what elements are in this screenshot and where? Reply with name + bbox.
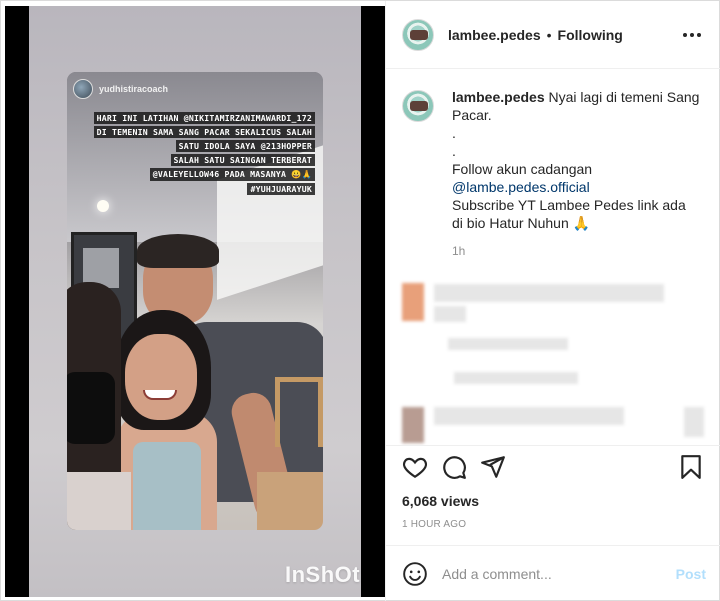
inshot-watermark: InShOt [285, 562, 361, 587]
following-button[interactable]: Following [558, 27, 623, 43]
add-comment-bar: Post [386, 545, 720, 601]
story-username: yudhistiracoach [99, 84, 169, 94]
comment-input[interactable] [442, 565, 662, 582]
photo-lamp [97, 200, 109, 212]
redacted-comment [454, 372, 578, 384]
story-caption-line: SATU IDOLA SAYA @213HOPPER [175, 140, 315, 152]
caption-time[interactable]: 1h [452, 242, 700, 260]
caption-username[interactable]: lambee.pedes [452, 89, 545, 105]
photo-friend-shirt [67, 472, 131, 530]
caption-subscribe-line: Subscribe YT Lambee Pedes link ada di bi… [452, 197, 686, 231]
post-time[interactable]: 1 HOUR AGO [402, 519, 466, 530]
photo-table [257, 472, 323, 530]
redacted-avatar [402, 283, 424, 321]
caption-dot: . [452, 125, 456, 141]
media-background: yudhistiracoach HARI INI LATIHAN @NIKITA… [29, 6, 361, 597]
story-caption-line: HARI INI LATIHAN @NIKITAMIRZANIMAWARDI_1… [93, 112, 315, 124]
more-horizontal-icon[interactable] [682, 27, 702, 43]
photo-woman-top [133, 442, 201, 530]
heart-icon[interactable] [402, 454, 428, 480]
redacted-comment [434, 306, 466, 322]
redacted-avatar [402, 407, 424, 443]
post-panel: lambee.pedes • Following lambee.pedes Ny… [385, 1, 720, 601]
photo-woman-face [125, 334, 197, 420]
view-count[interactable]: 6,068 views [402, 493, 479, 509]
story-avatar [73, 79, 93, 99]
post-media[interactable]: yudhistiracoach HARI INI LATIHAN @NIKITA… [5, 6, 385, 597]
caption-follow-line: Follow akun cadangan [452, 161, 593, 177]
story-caption-line: DI TEMENIN SAMA SANG PACAR SEKALICUS SAL… [93, 126, 315, 138]
header-username[interactable]: lambee.pedes [448, 27, 541, 43]
photo-friend-mask [67, 372, 115, 444]
post-header: lambee.pedes • Following [386, 1, 720, 69]
send-icon[interactable] [480, 454, 506, 480]
post-actions [386, 445, 720, 493]
caption-avatar[interactable] [402, 90, 434, 122]
story-caption-line: SALAH SATU SAINGAN TERBERAT [170, 154, 315, 166]
story-caption-line: #YUHJUARAYUK [247, 183, 315, 195]
avatar[interactable] [402, 18, 434, 51]
photo-woman-smile [143, 390, 177, 400]
redacted-comment [684, 407, 704, 437]
emoji-icon[interactable] [402, 561, 428, 587]
caption-text: lambee.pedes Nyai lagi di temeni Sang Pa… [452, 88, 700, 260]
post-modal: yudhistiracoach HARI INI LATIHAN @NIKITA… [0, 0, 720, 601]
comment-icon[interactable] [441, 454, 467, 480]
caption-comment: lambee.pedes Nyai lagi di temeni Sang Pa… [402, 88, 702, 260]
bookmark-icon[interactable] [678, 454, 704, 480]
comments-section[interactable]: lambee.pedes Nyai lagi di temeni Sang Pa… [386, 70, 720, 445]
post-comment-button[interactable]: Post [676, 566, 706, 582]
caption-mention-link[interactable]: @lambe.pedes.official [452, 178, 700, 196]
redacted-comment [448, 338, 568, 350]
story-screenshot: yudhistiracoach HARI INI LATIHAN @NIKITA… [67, 72, 323, 530]
photo-chair [275, 377, 323, 447]
story-header: yudhistiracoach [73, 78, 168, 100]
photo-man-hair [137, 234, 219, 268]
header-separator: • [546, 26, 552, 43]
redacted-comment [434, 284, 664, 302]
story-caption-line: @VALEYELLOW46 PADA MASANYA 😀🙏 [149, 168, 315, 181]
redacted-comment [434, 407, 624, 425]
caption-dot: . [452, 143, 456, 159]
story-caption: HARI INI LATIHAN @NIKITAMIRZANIMAWARDI_1… [93, 112, 315, 195]
